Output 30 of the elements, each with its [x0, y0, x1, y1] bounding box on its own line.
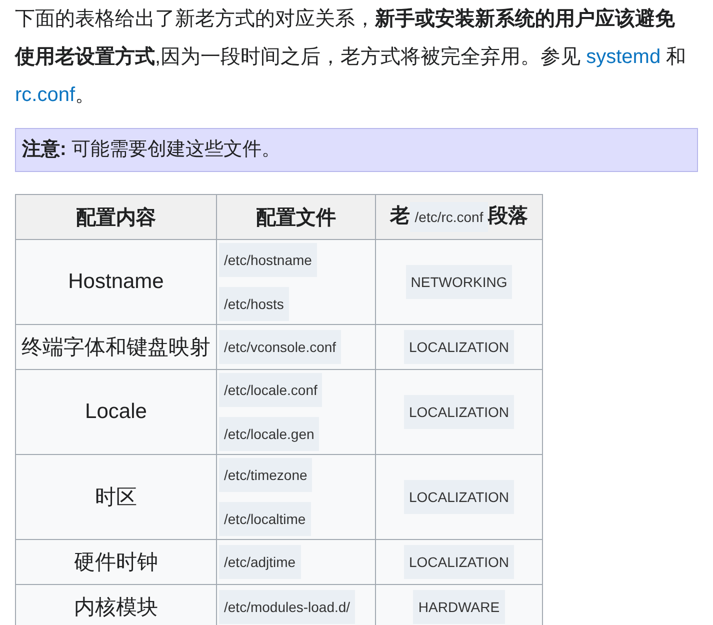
wiki-link[interactable]: rc.conf	[15, 84, 76, 106]
file-path: /etc/hostname	[219, 243, 317, 277]
file-path: /etc/modules-load.d/	[219, 590, 356, 624]
inline-code: /etc/rc.conf	[410, 202, 488, 232]
rc-section: LOCALIZATION	[404, 545, 514, 579]
rc-section: LOCALIZATION	[404, 330, 514, 364]
table-cell: 终端字体和键盘映射	[22, 336, 210, 359]
file-path: /etc/hosts	[219, 287, 289, 321]
intro-paragraph: 下面的表格给出了新老方式的对应关系，新手或安装新系统的用户应该避免使用老设置方式,因为一段时间之后，老方式将被完全弃用。参见 systemd 和 rc.conf。	[15, 6, 688, 108]
column-header: 配置文件	[256, 206, 336, 228]
file-path: /etc/timezone	[219, 458, 312, 492]
file-path: /etc/locale.conf	[219, 373, 322, 407]
file-path: /etc/locale.gen	[219, 417, 320, 451]
note-box: 注意: 可能需要创建这些文件。	[15, 128, 698, 172]
file-path: /etc/vconsole.conf	[219, 330, 342, 364]
rc-section: LOCALIZATION	[404, 395, 514, 429]
table-cell: 内核模块	[74, 596, 158, 619]
table-cell: Hostname	[68, 270, 164, 293]
column-header: 配置内容	[76, 206, 156, 228]
rc-section: LOCALIZATION	[404, 480, 514, 514]
table-cell: Locale	[85, 400, 147, 423]
file-path: /etc/adjtime	[219, 545, 301, 579]
wiki-link[interactable]: systemd	[586, 46, 661, 68]
file-path: /etc/localtime	[219, 502, 311, 536]
column-header: 段落	[488, 204, 528, 229]
table-cell: 硬件时钟	[74, 551, 158, 574]
table-cell: 时区	[95, 486, 137, 509]
column-header: 老	[390, 204, 410, 229]
rc-section: HARDWARE	[413, 590, 505, 624]
rc-section: NETWORKING	[406, 265, 512, 299]
